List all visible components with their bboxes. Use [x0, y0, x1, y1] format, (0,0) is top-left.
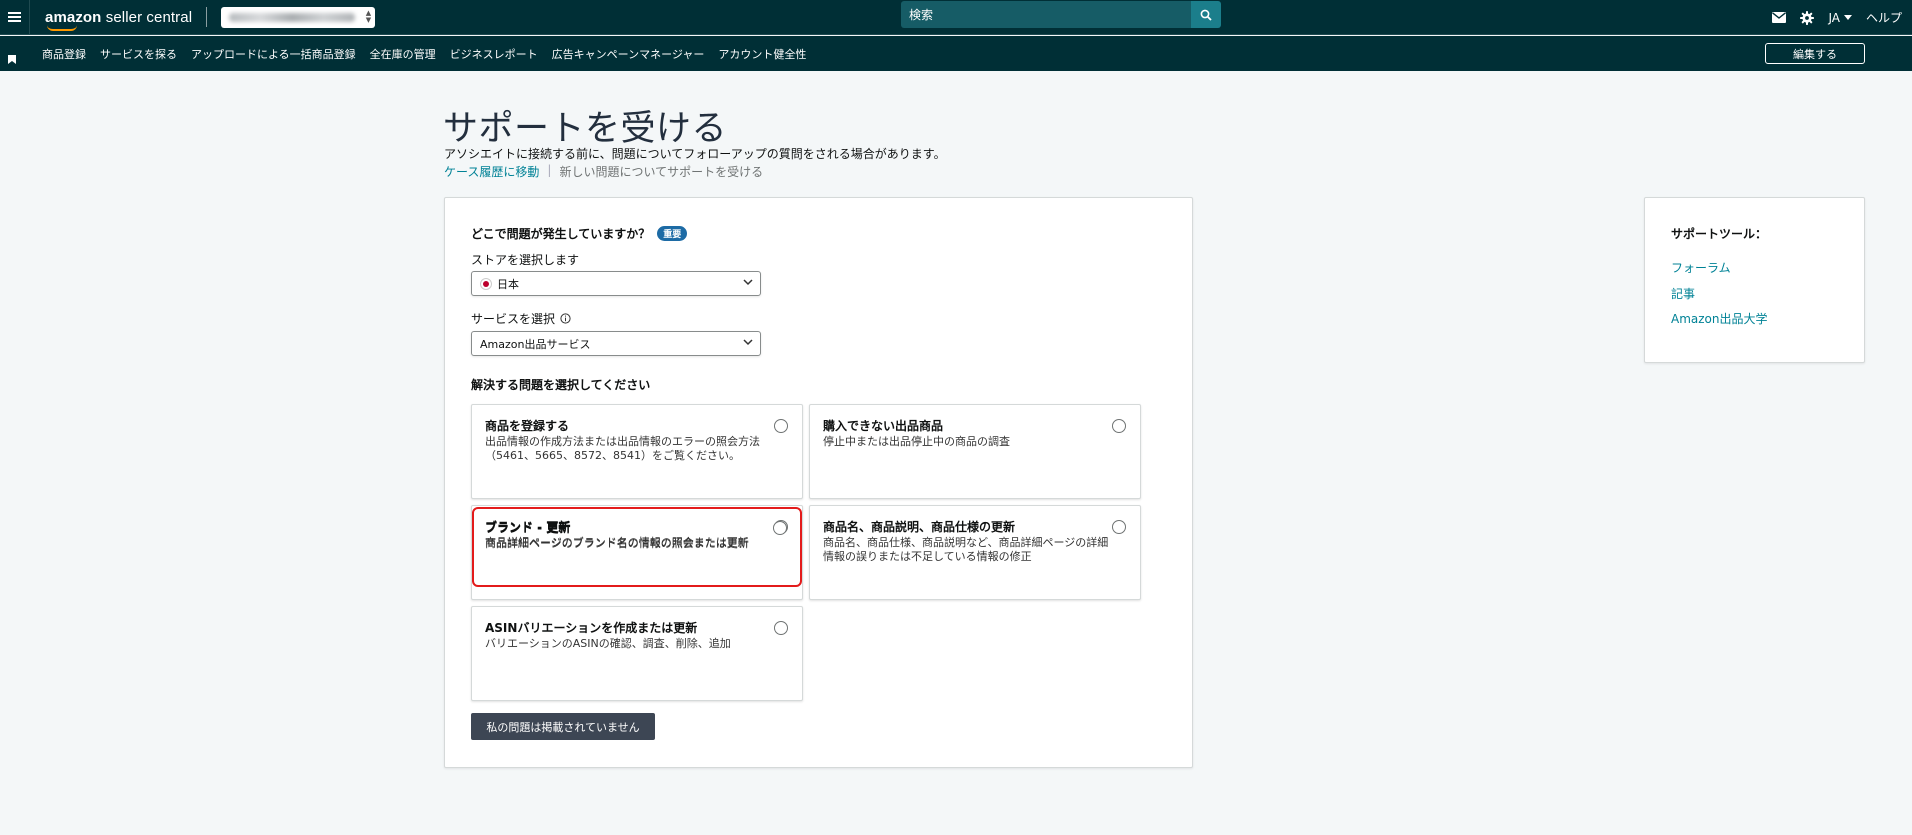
option-description: 停止中または出品停止中の商品の調査 [823, 435, 1010, 448]
option-radio[interactable] [773, 521, 787, 535]
issue-option-register-product[interactable]: 商品を登録する 出品情報の作成方法または出品情報のエラーの照会方法（5461、5… [471, 404, 803, 499]
account-name-redacted [229, 12, 356, 22]
option-title: ASINバリエーションを作成または更新 [485, 621, 698, 635]
option-description: 商品名、商品仕様、商品説明など、商品詳細ページの詳細情報の誤りまたは不足している… [823, 536, 1109, 563]
language-label: JA [1828, 10, 1840, 25]
issue-option-product-details-update[interactable]: 商品名、商品説明、商品仕様の更新 商品名、商品仕様、商品説明など、商品詳細ページ… [809, 505, 1141, 600]
logo-brand: amazon [45, 8, 102, 26]
japan-flag-icon [480, 277, 492, 290]
header-actions: JA ヘルプ [1758, 0, 1902, 35]
breadcrumb-separator: | [547, 163, 552, 177]
nav-item-business-reports[interactable]: ビジネスレポート [450, 46, 538, 62]
option-title: 商品を登録する [485, 419, 570, 433]
edit-nav-button[interactable]: 編集する [1765, 43, 1865, 64]
issue-section-label: 解決する問題を選択してください [471, 378, 651, 392]
seller-central-logo[interactable]: amazon seller central [45, 8, 193, 31]
language-selector[interactable]: JA [1828, 11, 1852, 25]
chevron-down-icon [743, 339, 753, 346]
support-tools-card: サポートツール： フォーラム 記事 Amazon出品大学 [1644, 197, 1865, 363]
option-radio[interactable] [774, 621, 788, 635]
page-title: サポートを受ける [443, 109, 728, 149]
store-select[interactable]: 日本 [471, 271, 761, 296]
question-label: どこで問題が発生していますか？ 重要 [471, 225, 688, 242]
option-radio[interactable] [774, 419, 788, 433]
highlight-outline: ブランド - 更新 商品詳細ページのブランド名の情報の照会または更新 [472, 507, 802, 587]
mail-icon[interactable] [1772, 12, 1787, 23]
updown-arrows-icon: ▲ ▼ [365, 8, 372, 24]
issue-not-listed-button[interactable]: 私の問題は掲載されていません [471, 713, 655, 740]
issue-option-asin-variation[interactable]: ASINバリエーションを作成または更新 バリエーションのASINの確認、調査、削… [471, 606, 803, 701]
search-bar: 検索 [901, 1, 1221, 28]
seller-university-link[interactable]: Amazon出品大学 [1671, 310, 1768, 327]
help-link[interactable]: ヘルプ [1866, 9, 1902, 26]
option-title: 商品名、商品説明、商品仕様の更新 [823, 520, 1016, 534]
nav-item-inventory[interactable]: 全在庫の管理 [370, 46, 436, 62]
service-label: サービスを選択 [471, 310, 571, 327]
logo-product: seller central [101, 8, 193, 26]
gear-icon[interactable] [1800, 10, 1815, 25]
support-form-card: どこで問題が発生していますか？ 重要 ストアを選択します 日本 サービスを選択 … [444, 197, 1193, 768]
option-description: 商品詳細ページのブランド名の情報の照会または更新 [485, 537, 749, 550]
question-text: どこで問題が発生していますか？ [471, 227, 651, 241]
logo-divider [206, 7, 208, 27]
option-description: バリエーションのASINの確認、調査、削除、追加 [485, 637, 731, 650]
menu-icon[interactable] [0, 0, 30, 35]
support-tools-title: サポートツール： [1671, 227, 1768, 241]
account-selector[interactable]: ▲ ▼ [221, 6, 376, 28]
store-select-value: 日本 [497, 277, 519, 291]
service-select[interactable]: Amazon出品サービス [471, 331, 761, 356]
articles-link[interactable]: 記事 [1671, 285, 1695, 302]
store-label: ストアを選択します [471, 251, 579, 268]
option-title: 購入できない出品商品 [823, 419, 944, 433]
nav-item-account-health[interactable]: アカウント健全性 [718, 46, 806, 62]
search-icon [1200, 9, 1212, 21]
required-badge: 重要 [657, 226, 688, 241]
search-input[interactable]: 検索 [901, 1, 1191, 28]
nav-item-explore-services[interactable]: サービスを探る [100, 46, 177, 62]
breadcrumb: ケース履歴に移動 | 新しい問題についてサポートを受ける [444, 163, 763, 180]
bookmark-icon[interactable] [8, 49, 16, 64]
nav-item-bulk-upload[interactable]: アップロードによる一括商品登録 [191, 46, 356, 62]
chevron-down-icon [743, 279, 753, 286]
option-title: ブランド - 更新 [485, 521, 571, 535]
nav-item-product-registration[interactable]: 商品登録 [42, 46, 86, 62]
issue-option-unbuyable-listing[interactable]: 購入できない出品商品 停止中または出品停止中の商品の調査 [809, 404, 1141, 499]
option-radio[interactable] [1112, 419, 1126, 433]
option-radio[interactable] [1112, 520, 1126, 534]
caret-down-icon [1843, 15, 1852, 20]
search-button[interactable] [1191, 1, 1221, 28]
store-label-text: ストアを選択します [471, 253, 580, 267]
logo-smile [47, 25, 77, 31]
page-subtitle: アソシエイトに接続する前に、問題についてフォローアップの質問をされる場合がありま… [444, 147, 946, 161]
case-history-link[interactable]: ケース履歴に移動 [444, 163, 539, 180]
service-label-text: サービスを選択 [471, 312, 556, 326]
nav-bar: 商品登録 サービスを探る アップロードによる一括商品登録 全在庫の管理 ビジネス… [0, 36, 1912, 71]
option-description: 出品情報の作成方法または出品情報のエラーの照会方法（5461、5665、8572… [485, 435, 760, 462]
top-header: amazon seller central ▲ ▼ 検索 JA ヘルプ [0, 0, 1912, 35]
forum-link[interactable]: フォーラム [1671, 259, 1731, 276]
breadcrumb-current: 新しい問題についてサポートを受ける [559, 165, 764, 179]
nav-item-campaign-manager[interactable]: 広告キャンペーンマネージャー [552, 46, 705, 62]
service-select-value: Amazon出品サービス [480, 337, 591, 351]
info-icon[interactable] [560, 313, 571, 324]
